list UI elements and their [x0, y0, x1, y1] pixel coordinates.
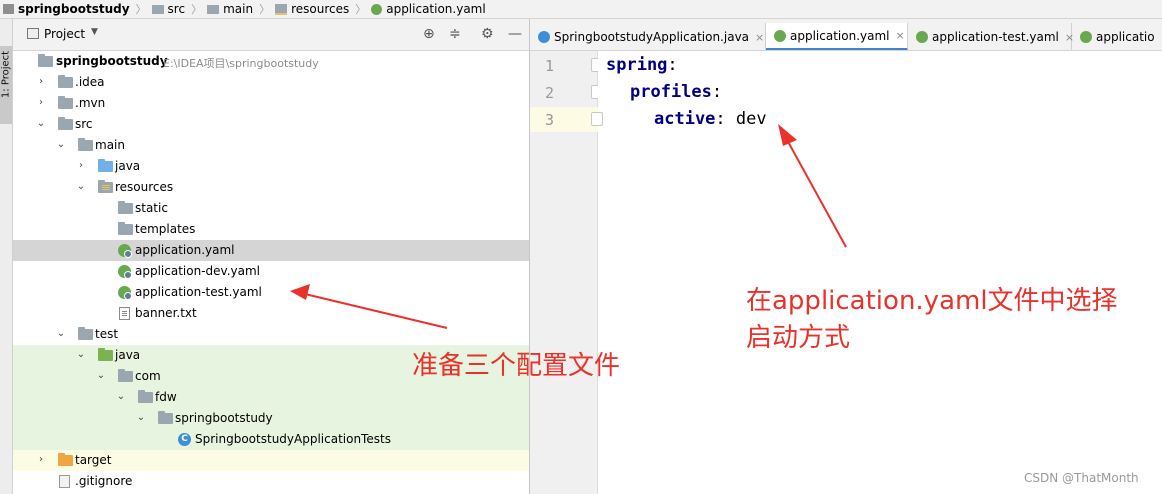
watermark: CSDN @ThatMonth: [1024, 471, 1139, 485]
annotation-select-mode-line1: 在application.yaml文件中选择: [746, 286, 1118, 316]
arrow-to-config-files: [290, 284, 448, 329]
annotation-arrows: [290, 124, 847, 329]
annotation-prepare-files: 准备三个配置文件: [412, 351, 621, 381]
arrow-to-dev-value: [778, 124, 847, 248]
annotation-select-mode-line2: 启动方式: [746, 323, 851, 353]
